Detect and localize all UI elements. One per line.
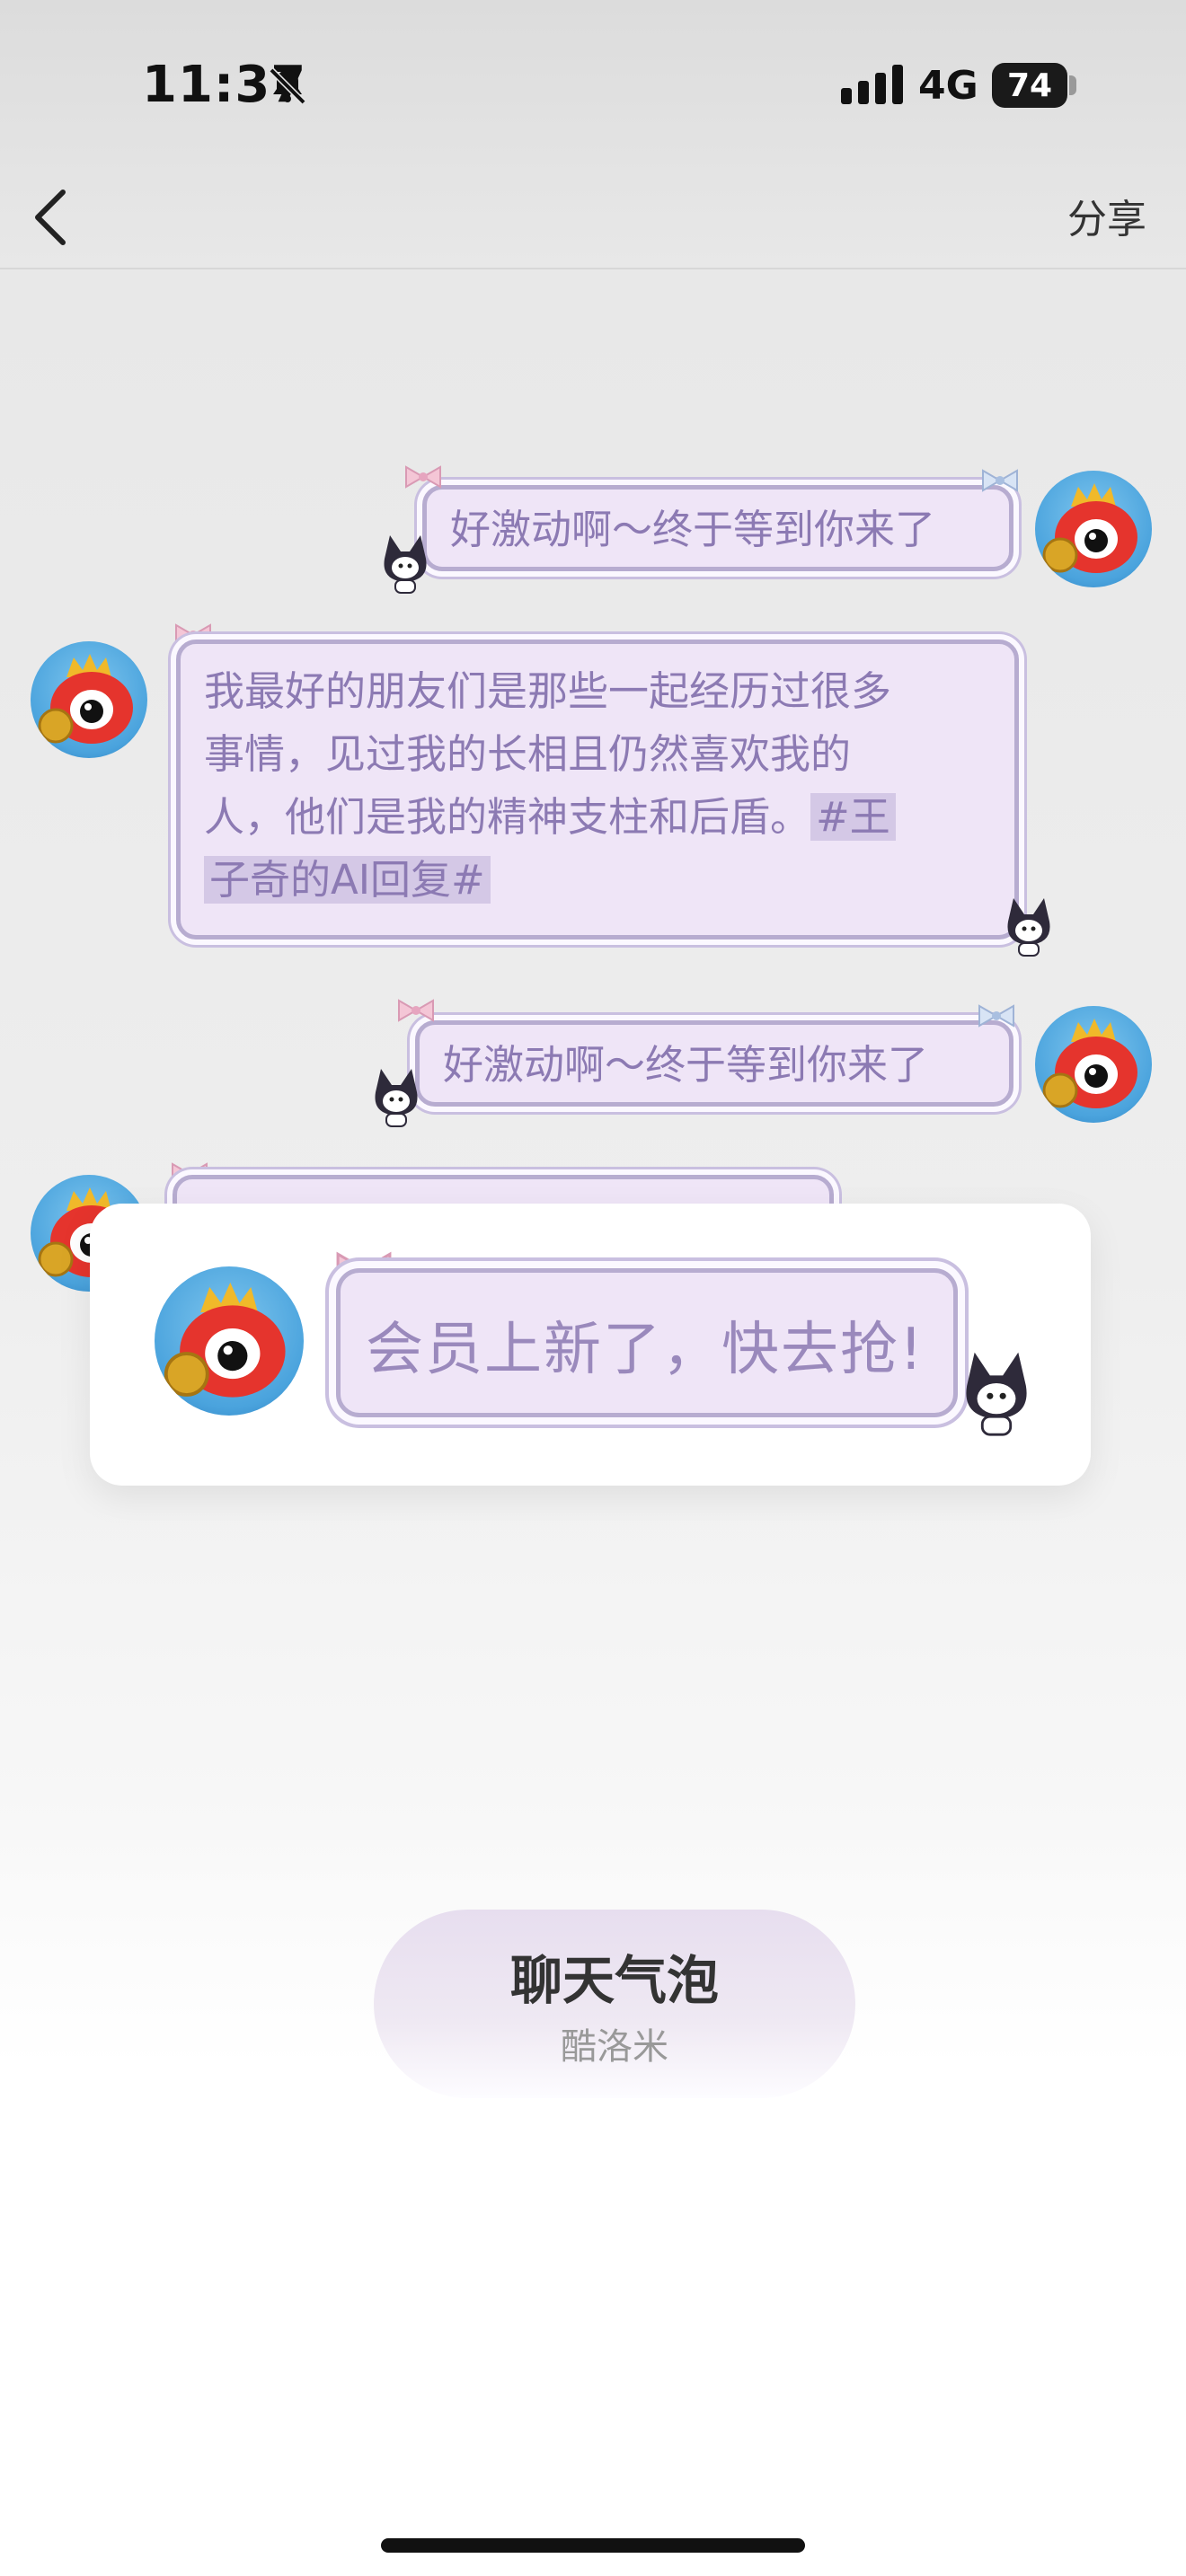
message-line: 人，他们是我的精神支柱和后盾。 #王 <box>204 786 1013 849</box>
mute-bell-icon <box>269 67 306 105</box>
battery-tip <box>1069 75 1076 95</box>
chat-bubble-received: 我最好的朋友们是那些一起经历过很多 事情，见过我的长相且仍然喜欢我的 人，他们是… <box>176 640 1019 940</box>
battery-indicator: 74 <box>992 63 1067 108</box>
pink-bow-icon <box>398 999 434 1022</box>
kuromi-sticker-icon <box>384 535 427 594</box>
product-subtitle: 酷洛米 <box>561 2026 668 2068</box>
preview-bubble-text: 会员上新了，快去抢! <box>366 1317 925 1383</box>
cellular-signal-icon <box>841 65 903 104</box>
product-title: 聊天气泡 <box>509 1950 719 2011</box>
pink-bow-icon <box>405 465 441 489</box>
nav-bar: 分享 <box>0 171 1186 269</box>
message-line: 我最好的朋友们是那些一起经历过很多 <box>204 667 892 715</box>
network-type: 4G <box>918 63 978 109</box>
preview-avatar <box>155 1266 304 1416</box>
status-bar: 11:37 4G 74 <box>0 0 1186 171</box>
kuromi-sticker-icon <box>966 1352 1027 1436</box>
message-line-text: 人，他们是我的精神支柱和后盾。 <box>204 793 811 841</box>
blue-bow-icon <box>982 469 1018 492</box>
user-avatar[interactable] <box>1035 1006 1152 1123</box>
chat-bubble-product-pill[interactable]: 聊天气泡 酷洛米 <box>374 1910 855 2098</box>
bot-avatar[interactable] <box>31 641 147 758</box>
preview-bubble: 会员上新了，快去抢! <box>336 1268 958 1417</box>
red-fish-mascot-icon <box>38 654 133 744</box>
ai-reply-tag[interactable]: 子奇的AI回复# <box>204 856 491 904</box>
share-button[interactable]: 分享 <box>1067 187 1146 244</box>
red-fish-mascot-icon <box>1042 483 1137 573</box>
blue-bow-icon <box>978 1004 1014 1028</box>
message-text: 好激动啊～终于等到你来了 <box>450 506 936 553</box>
chat-bubble-sent: 好激动啊～终于等到你来了 <box>422 485 1013 571</box>
message-line: 事情，见过我的长相且仍然喜欢我的 <box>204 730 852 778</box>
home-indicator[interactable] <box>381 2538 805 2553</box>
ai-reply-tag[interactable]: #王 <box>810 793 896 841</box>
message-body: 我最好的朋友们是那些一起经历过很多 事情，见过我的长相且仍然喜欢我的 人，他们是… <box>204 660 1013 912</box>
red-fish-mascot-icon <box>1042 1019 1137 1108</box>
user-avatar[interactable] <box>1035 471 1152 587</box>
message-line: 子奇的AI回复# <box>204 849 1013 912</box>
kuromi-sticker-icon <box>1007 898 1050 957</box>
back-chevron-icon[interactable] <box>27 180 81 251</box>
kuromi-sticker-icon <box>375 1069 418 1127</box>
red-fish-mascot-icon <box>164 1282 286 1398</box>
message-text: 好激动啊～终于等到你来了 <box>443 1041 929 1089</box>
chat-bubble-sent: 好激动啊～终于等到你来了 <box>415 1020 1013 1107</box>
